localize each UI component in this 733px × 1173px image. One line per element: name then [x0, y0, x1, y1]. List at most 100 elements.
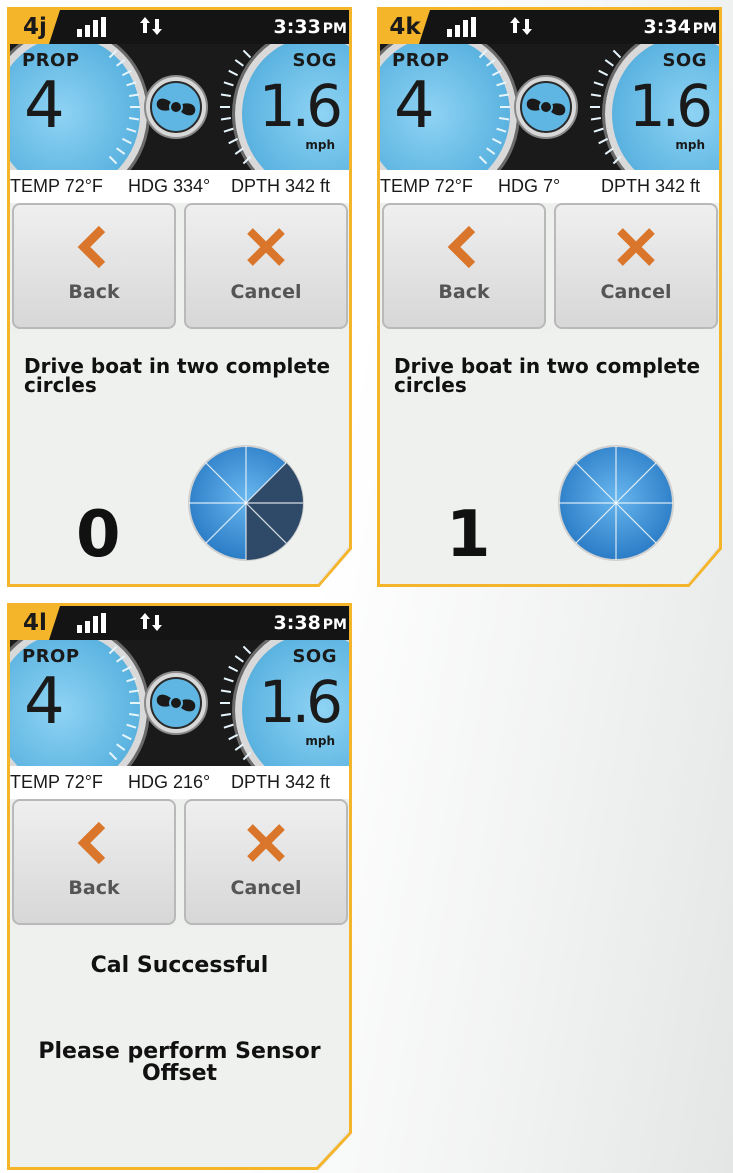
gauge-tick — [223, 723, 234, 729]
gauge-tick — [116, 59, 126, 67]
circle-progress-icon — [558, 445, 674, 561]
cancel-button[interactable]: Cancel — [554, 203, 718, 329]
temp-readout: TEMP 72°F — [380, 176, 473, 196]
cancel-button-label: Cancel — [230, 877, 302, 899]
gauge-tick — [108, 155, 118, 165]
content-area: Cal Successful Please perform Sensor Off… — [10, 929, 349, 1167]
gauge-tick — [228, 137, 239, 145]
gauge-tick — [126, 723, 137, 729]
temp-readout: TEMP 72°F — [10, 176, 103, 196]
gauge-tick — [228, 665, 239, 673]
gauge-tick — [126, 81, 137, 87]
gauge-tick — [220, 712, 232, 717]
data-arrows-icon — [510, 17, 532, 35]
propeller-icon[interactable] — [513, 74, 579, 140]
cancel-button-label: Cancel — [600, 281, 672, 303]
sensor-offset-text: Please perform Sensor Offset — [38, 1039, 321, 1086]
clock-ampm: PM — [322, 617, 347, 633]
gauge-area: PROP 4 SOG 1.6 mph — [380, 44, 719, 170]
x-close-icon — [247, 824, 285, 862]
gauge-tick — [126, 127, 137, 133]
signal-bars-icon — [77, 17, 106, 37]
gauge-tick — [228, 69, 239, 77]
clock-time: 3:38 — [273, 612, 321, 634]
cancel-button-label: Cancel — [230, 281, 302, 303]
gauge-tick — [486, 59, 496, 67]
sog-unit: mph — [675, 138, 705, 152]
gauge-tick — [234, 59, 244, 67]
signal-bars-icon — [447, 17, 476, 37]
screen-panel-4k: 4k 3:34 PM PROP 4 SOG 1.6 mph TEMP 72°F … — [377, 7, 722, 587]
clock-ampm: PM — [322, 21, 347, 37]
sog-value: 1.6 — [628, 72, 713, 140]
clock-time: 3:33 — [273, 16, 321, 38]
gauge-tick — [121, 137, 132, 145]
info-bar: TEMP 72°F HDG 7° DPTH 342 ft — [380, 170, 719, 203]
gauge-tick — [108, 49, 118, 59]
gauge-tick — [604, 59, 614, 67]
chevron-left-icon — [77, 821, 106, 865]
gauge-tick — [598, 137, 609, 145]
chevron-left-icon — [447, 225, 476, 269]
gauge-tick — [228, 733, 239, 741]
clock: 3:34 PM — [644, 10, 717, 44]
gauge-tick — [590, 93, 602, 98]
propeller-icon[interactable] — [143, 670, 209, 736]
gauge-tick — [128, 689, 140, 694]
gauge-area: PROP 4 SOG 1.6 mph — [10, 44, 349, 170]
instruction-text: Drive boat in two complete circles — [24, 354, 331, 397]
content-area: Drive boat in two complete circles 0 — [10, 333, 349, 584]
gauge-tick — [108, 751, 118, 761]
gauge-tick — [242, 155, 252, 165]
cancel-button[interactable]: Cancel — [184, 799, 348, 925]
gauge-tick — [604, 147, 614, 155]
prop-label: PROP — [22, 646, 80, 667]
gauge-tick — [491, 137, 502, 145]
gauge-tick — [234, 147, 244, 155]
gauge-tick — [496, 127, 507, 133]
gauge-tick — [491, 69, 502, 77]
back-button-label: Back — [68, 281, 120, 303]
data-arrows-icon — [140, 613, 162, 631]
back-button[interactable]: Back — [382, 203, 546, 329]
prop-label: PROP — [22, 50, 80, 71]
gauge-tick — [126, 677, 137, 683]
gauge-tick — [234, 655, 244, 663]
gauge-tick — [478, 49, 488, 59]
prop-label: PROP — [392, 50, 450, 71]
sog-label: SOG — [662, 50, 707, 71]
gauge-tick — [612, 155, 622, 165]
gauge-tick — [242, 49, 252, 59]
success-text: Cal Successful — [90, 953, 269, 978]
circle-count: 1 — [446, 498, 491, 572]
content-area: Drive boat in two complete circles 1 — [380, 333, 719, 584]
back-button[interactable]: Back — [12, 799, 176, 925]
clock-ampm: PM — [692, 21, 717, 37]
back-button-label: Back — [438, 281, 490, 303]
gauge-tick — [223, 127, 234, 133]
depth-readout: DPTH 342 ft — [231, 176, 331, 196]
heading-readout: HDG 216° — [128, 772, 211, 792]
step-label: 4j — [10, 10, 60, 44]
gauge-tick — [116, 655, 126, 663]
gauge-tick — [478, 155, 488, 165]
step-label: 4l — [10, 606, 60, 640]
sog-label: SOG — [292, 646, 337, 667]
propeller-icon[interactable] — [143, 74, 209, 140]
clock-time: 3:34 — [643, 16, 691, 38]
gauge-tick — [121, 733, 132, 741]
gauge-tick — [598, 69, 609, 77]
status-bar: 4l 3:38 PM — [10, 606, 349, 640]
depth-readout: DPTH 342 ft — [231, 772, 331, 792]
step-label: 4k — [380, 10, 430, 44]
gauge-tick — [220, 116, 232, 121]
sog-unit: mph — [305, 138, 335, 152]
gauge-tick — [590, 116, 602, 121]
sog-unit: mph — [305, 734, 335, 748]
back-button[interactable]: Back — [12, 203, 176, 329]
circle-count: 0 — [76, 498, 121, 572]
gauge-tick — [612, 49, 622, 59]
sog-value: 1.6 — [258, 668, 343, 736]
gauge-tick — [121, 665, 132, 673]
cancel-button[interactable]: Cancel — [184, 203, 348, 329]
